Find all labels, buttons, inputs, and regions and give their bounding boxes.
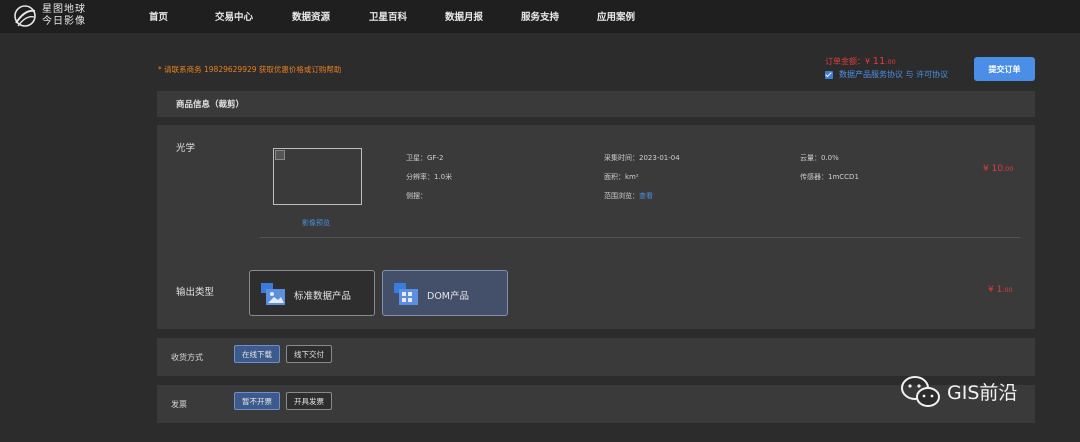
image-preview-link[interactable]: 影像预览 — [302, 218, 330, 228]
top-nav-bar: 星图地球 今日影像 首页 交易中心 数据资源 卫星百科 数据月报 服务支持 应用… — [0, 0, 1080, 33]
output-standard-product[interactable]: 标准数据产品 — [249, 270, 375, 316]
agreement-row: 数据产品服务协议 与 许可协议 — [825, 69, 948, 80]
delivery-offline-button[interactable]: 线下交付 — [286, 345, 332, 363]
delivery-label: 收货方式 — [171, 353, 203, 362]
output-dom-product[interactable]: DOM产品 — [382, 270, 508, 316]
delivery-panel: 收货方式 在线下载 线下交付 — [157, 338, 1035, 376]
nav-trade-center[interactable]: 交易中心 — [215, 9, 253, 23]
invoice-label: 发票 — [171, 400, 187, 409]
nav-home[interactable]: 首页 — [149, 9, 168, 23]
watermark: GIS前沿 — [900, 372, 1050, 412]
logo[interactable]: 星图地球 今日影像 — [12, 3, 122, 29]
image-thumbnail[interactable] — [273, 148, 362, 205]
collect-time-value: 采集时间：2023-01-04 — [604, 154, 680, 162]
cloud-value: 云量：0.0% — [800, 154, 839, 162]
divider — [260, 237, 1020, 238]
agree-checkbox[interactable] — [825, 70, 833, 79]
range-view-link[interactable]: 查看 — [639, 192, 653, 200]
sensor-value: 传感器：1mCCD1 — [800, 173, 859, 181]
output-price: ¥ 1.00 — [988, 285, 1013, 295]
dom-product-icon — [394, 283, 418, 305]
nav-satellite-wiki[interactable]: 卫星百科 — [369, 9, 407, 23]
logo-text: 星图地球 今日影像 — [42, 4, 86, 27]
section-title: 商品信息（裁剪） — [176, 100, 245, 110]
satellite-value: 卫星：GF-2 — [406, 154, 444, 162]
nav-service-support[interactable]: 服务支持 — [521, 9, 559, 23]
watermark-text: GIS前沿 — [947, 382, 1018, 404]
nav-monthly-report[interactable]: 数据月报 — [445, 9, 483, 23]
product-info-header: 商品信息（裁剪） — [157, 91, 1035, 117]
resolution-value: 分辨率：1.0米 — [406, 173, 453, 181]
delivery-online-button[interactable]: 在线下载 — [234, 345, 280, 363]
image-product-icon — [261, 283, 285, 305]
output-type-label: 输出类型 — [176, 287, 215, 298]
submit-order-button[interactable]: 提交订单 — [974, 57, 1035, 81]
order-total: 订单金额：¥ 11.00 — [825, 56, 896, 67]
broken-image-icon — [275, 150, 285, 160]
product-price: ¥ 10.00 — [983, 164, 1014, 174]
invoice-issue-button[interactable]: 开具发票 — [286, 392, 332, 410]
nav-case-studies[interactable]: 应用案例 — [597, 9, 635, 23]
nav-data-resources[interactable]: 数据资源 — [292, 9, 330, 23]
swing-value: 侧摆： — [406, 192, 427, 200]
wechat-icon — [901, 376, 940, 407]
contact-notice: * 请联系商务 19829629929 获取优惠价格或订购帮助 — [158, 65, 342, 74]
area-value: 面积：km² — [604, 173, 639, 181]
range-browse: 范围浏览：查看 — [604, 192, 653, 200]
optical-label: 光学 — [176, 143, 196, 154]
logo-icon — [14, 5, 36, 27]
agreement-link[interactable]: 数据产品服务协议 与 许可协议 — [839, 69, 948, 80]
invoice-none-button[interactable]: 暂不开票 — [234, 392, 280, 410]
